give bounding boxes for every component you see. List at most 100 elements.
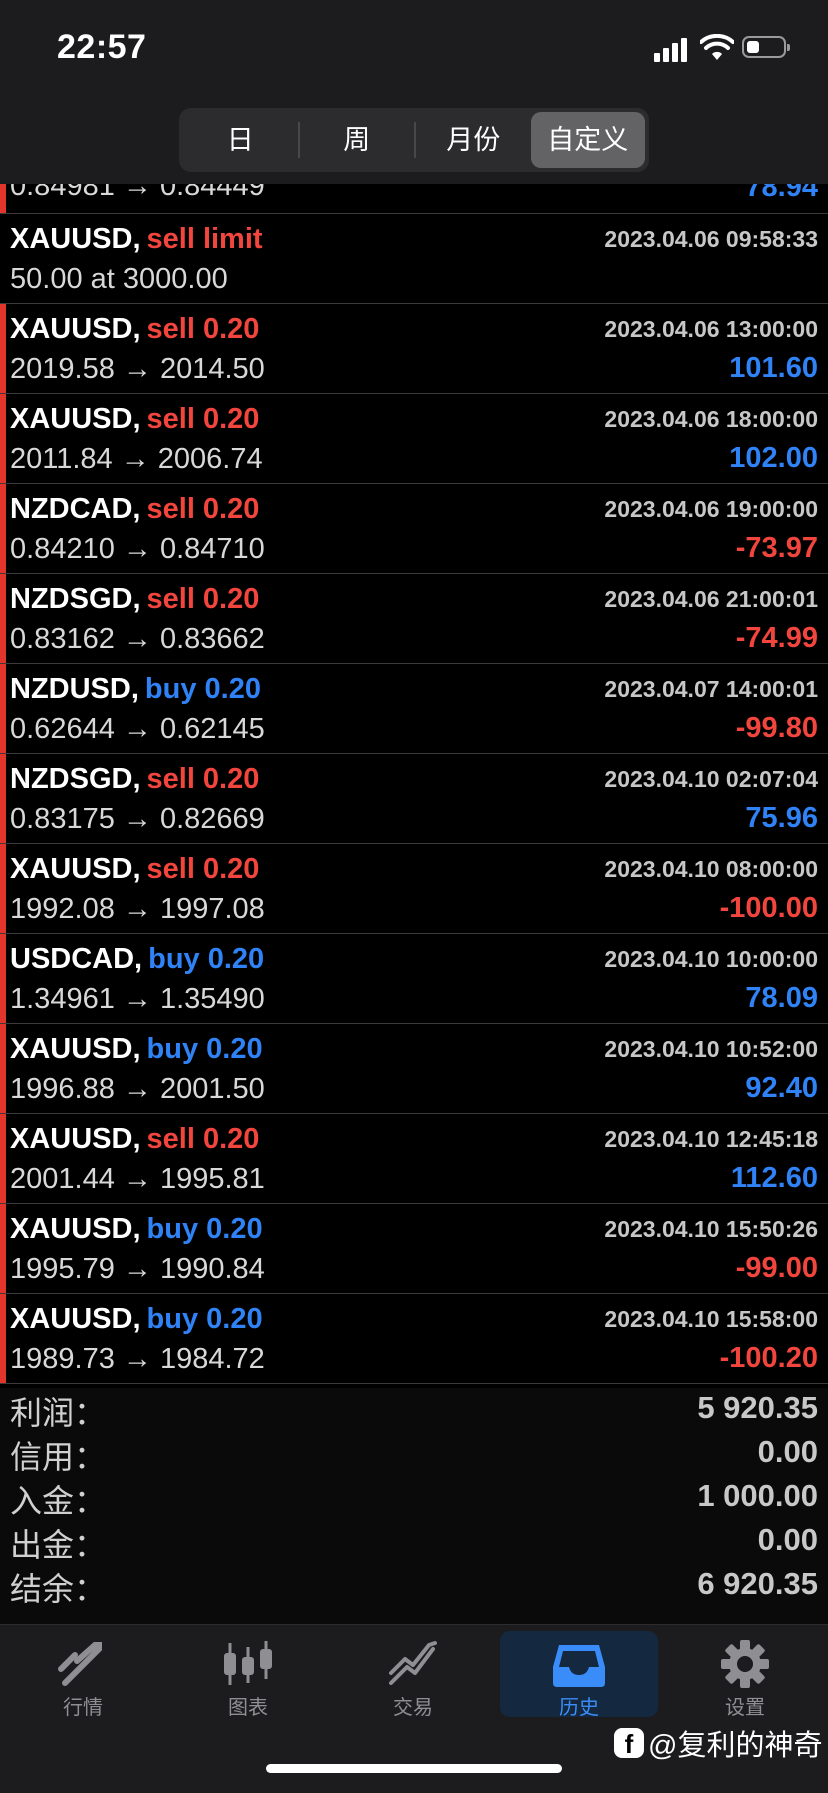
action: sell limit <box>146 223 263 255</box>
action: sell 0.20 <box>146 313 260 345</box>
action: sell 0.20 <box>146 763 260 795</box>
facebook-icon: f <box>614 1728 644 1759</box>
trade-title: NZDSGD, sell 0.20 <box>10 583 259 616</box>
timestamp: 2023.04.10 08:00:00 <box>604 856 818 882</box>
list-item[interactable]: XAUUSD, buy 0.20 2023.04.10 10:52:00 1996… <box>0 1024 828 1114</box>
profit-value: 92.40 <box>745 1072 818 1104</box>
status-bar: 22:57 <box>0 0 828 100</box>
home-indicator[interactable] <box>266 1764 562 1773</box>
watermark-text: @复利的神奇 <box>648 1730 823 1762</box>
timestamp: 2023.04.10 15:58:00 <box>604 1306 818 1332</box>
trade-title: XAUUSD, buy 0.20 <box>10 1033 263 1066</box>
period-segmented-control: 日 周 月份 自定义 <box>179 108 649 172</box>
timestamp: 2023.04.10 10:00:00 <box>604 946 818 972</box>
period-month[interactable]: 月份 <box>416 112 531 168</box>
list-item[interactable]: XAUUSD, sell 0.20 2023.04.10 08:00:00 199… <box>0 844 828 934</box>
trade-title: XAUUSD, buy 0.20 <box>10 1303 263 1336</box>
settings-icon <box>721 1640 769 1688</box>
list-item[interactable]: XAUUSD, sell 0.20 2023.04.10 12:45:18 200… <box>0 1114 828 1204</box>
profit-value: -100.20 <box>719 1342 818 1374</box>
action: sell 0.20 <box>146 583 260 615</box>
list-item[interactable]: NZDSGD, sell 0.20 2023.04.10 02:07:04 0.8… <box>0 754 828 844</box>
trade-title: XAUUSD, sell 0.20 <box>10 403 259 436</box>
profit-value: -73.97 <box>735 532 818 564</box>
wifi-icon <box>700 34 734 60</box>
trade-icon <box>389 1641 437 1685</box>
list-item[interactable]: XAUUSD, sell limit 2023.04.06 09:58:33 50… <box>0 214 828 304</box>
list-item[interactable]: NZDUSD, buy 0.20 2023.04.07 14:00:01 0.62… <box>0 664 828 754</box>
summary-value: 6 920.35 <box>697 1566 818 1601</box>
tab-chart[interactable]: 图表 <box>169 1631 327 1719</box>
summary-profit: 利润： 5 920.35 <box>0 1388 828 1432</box>
timestamp: 2023.04.10 02:07:04 <box>604 766 818 792</box>
timestamp: 2023.04.10 10:52:00 <box>604 1036 818 1062</box>
timestamp: 2023.04.10 12:45:18 <box>604 1126 818 1152</box>
tab-label: 图表 <box>228 1697 268 1719</box>
account-summary: 利润： 5 920.35 信用： 0.00 入金： 1 000.00 出金： 0… <box>0 1388 828 1624</box>
summary-label: 结余： <box>10 1571 107 1607</box>
profit-value: 75.96 <box>745 802 818 834</box>
trade-title: XAUUSD, sell 0.20 <box>10 313 259 346</box>
action: sell 0.20 <box>146 403 260 435</box>
list-item[interactable]: XAUUSD, buy 0.20 2023.04.10 15:58:00 1989… <box>0 1294 828 1384</box>
profit-value: -100.00 <box>719 892 818 924</box>
price-range: 0.83175 → 0.82669 <box>10 803 265 835</box>
battery-icon <box>742 36 790 58</box>
price-range: 0.62644 → 0.62145 <box>10 713 265 745</box>
profit-value: -99.80 <box>735 712 818 744</box>
list-item[interactable]: USDCAD, buy 0.20 2023.04.10 10:00:00 1.34… <box>0 934 828 1024</box>
trade-title: XAUUSD, sell 0.20 <box>10 1123 259 1156</box>
list-item[interactable]: NZDSGD, sell 0.20 2023.04.06 21:00:01 0.8… <box>0 574 828 664</box>
profit-value: 112.60 <box>730 1162 818 1194</box>
chart-icon <box>224 1641 272 1685</box>
symbol: NZDSGD, <box>10 763 141 795</box>
watermark: f @复利的神奇 <box>614 1722 822 1764</box>
quotes-icon <box>58 1642 102 1686</box>
summary-label: 入金： <box>10 1483 107 1519</box>
tab-history[interactable]: 历史 <box>500 1631 658 1719</box>
tab-trade[interactable]: 交易 <box>334 1631 492 1719</box>
action: buy 0.20 <box>148 943 265 975</box>
summary-deposit: 入金： 1 000.00 <box>0 1476 828 1520</box>
trade-title: NZDCAD, sell 0.20 <box>10 493 259 526</box>
action: buy 0.20 <box>146 1213 263 1245</box>
period-custom[interactable]: 自定义 <box>530 112 645 168</box>
period-day[interactable]: 日 <box>183 112 298 168</box>
tab-quotes[interactable]: 行情 <box>4 1631 162 1719</box>
list-item[interactable]: NZDCAD, sell 0.20 2023.04.06 19:00:00 0.8… <box>0 484 828 574</box>
tab-label: 设置 <box>725 1697 765 1719</box>
price-range: 0.83162 → 0.83662 <box>10 623 265 655</box>
symbol: XAUUSD, <box>10 853 141 885</box>
profit-value: 101.60 <box>729 352 818 384</box>
profit-value: -99.00 <box>735 1252 818 1284</box>
list-item[interactable]: XAUUSD, buy 0.20 2023.04.10 15:50:26 1995… <box>0 1204 828 1294</box>
trade-title: XAUUSD, sell limit <box>10 223 263 256</box>
symbol: XAUUSD, <box>10 1213 141 1245</box>
timestamp: 2023.04.06 18:00:00 <box>604 406 818 432</box>
list-item[interactable]: XAUUSD, sell 0.20 2023.04.06 18:00:00 201… <box>0 394 828 484</box>
tab-settings[interactable]: 设置 <box>666 1631 824 1719</box>
symbol: USDCAD, <box>10 943 143 975</box>
summary-label: 出金： <box>10 1527 107 1563</box>
period-week[interactable]: 周 <box>300 112 415 168</box>
symbol: XAUUSD, <box>10 1033 141 1065</box>
price-range: 0.84210 → 0.84710 <box>10 533 265 565</box>
clock: 22:57 <box>57 28 147 66</box>
action: buy 0.20 <box>146 1303 263 1335</box>
profit-value: 78.09 <box>745 982 818 1014</box>
symbol: XAUUSD, <box>10 313 141 345</box>
list-item[interactable]: 0.84981 → 0.84449 78.94 <box>0 184 828 214</box>
price-range: 2011.84 → 2006.74 <box>10 443 263 475</box>
summary-value: 0.00 <box>757 1434 818 1469</box>
tab-label: 交易 <box>393 1697 433 1719</box>
timestamp: 2023.04.06 13:00:00 <box>604 316 818 342</box>
profit-value: 78.94 <box>745 184 818 203</box>
action: sell 0.20 <box>146 853 260 885</box>
price-range: 2019.58 → 2014.50 <box>10 353 265 385</box>
symbol: XAUUSD, <box>10 223 141 255</box>
list-item[interactable]: XAUUSD, sell 0.20 2023.04.06 13:00:00 201… <box>0 304 828 394</box>
action: buy 0.20 <box>146 1033 263 1065</box>
summary-value: 1 000.00 <box>697 1478 818 1513</box>
price-range: 50.00 at 3000.00 <box>10 263 228 295</box>
summary-value: 0.00 <box>757 1522 818 1557</box>
